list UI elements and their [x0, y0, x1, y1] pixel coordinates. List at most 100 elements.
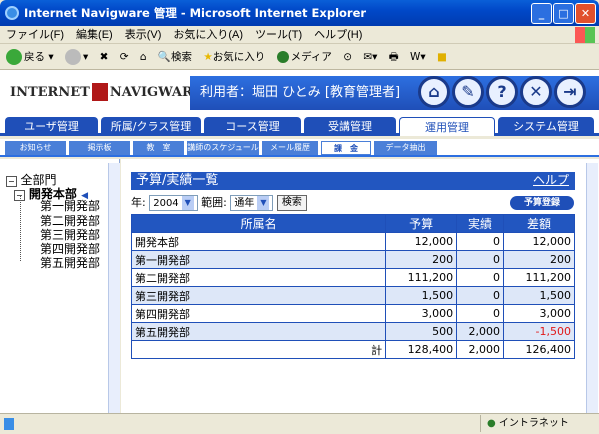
- menu-help[interactable]: ヘルプ(H): [308, 26, 368, 44]
- column-header-org[interactable]: 所属名: [130, 214, 387, 233]
- close-button[interactable]: ✕: [575, 3, 596, 24]
- subtab-classroom[interactable]: 教 室: [133, 141, 184, 155]
- tab-enrollment-management[interactable]: 受講管理: [304, 117, 396, 136]
- cell-actual: 0: [456, 286, 505, 305]
- column-header-actual[interactable]: 実績: [456, 214, 505, 233]
- subtab-instructor-schedule[interactable]: 講師のスケジュール: [187, 141, 259, 155]
- tree-scrollbar[interactable]: [108, 163, 120, 413]
- cell-budget: 200: [385, 250, 458, 269]
- cell-total-actual: 2,000: [456, 340, 505, 359]
- help-link[interactable]: ヘルプ: [533, 172, 569, 188]
- tab-course-management[interactable]: コース管理: [204, 117, 301, 136]
- cell-actual: 0: [456, 232, 505, 251]
- table-header-row: 所属名 予算 実績 差額: [130, 214, 575, 233]
- cell-budget: 1,500: [385, 286, 458, 305]
- page-icon: [4, 418, 14, 430]
- menu-favorites[interactable]: お気に入り(A): [167, 26, 249, 44]
- print-button[interactable]: 🖶: [389, 44, 399, 70]
- menu-file[interactable]: ファイル(F): [0, 26, 70, 44]
- range-select[interactable]: 通年 ▼: [230, 195, 274, 211]
- tools-icon[interactable]: ✕: [520, 76, 552, 108]
- cell-org[interactable]: 第四開発部: [130, 304, 387, 323]
- stop-button[interactable]: ✖: [100, 44, 109, 70]
- star-icon: ★: [203, 51, 213, 63]
- cell-actual: 2,000: [456, 322, 505, 341]
- back-arrow-icon: [6, 49, 22, 65]
- tree-item[interactable]: 第五開発部: [40, 254, 100, 271]
- book-icon[interactable]: ✎: [452, 76, 484, 108]
- column-header-diff[interactable]: 差額: [503, 214, 575, 233]
- cell-org[interactable]: 第五開発部: [130, 322, 387, 341]
- history-button[interactable]: ⊙: [343, 44, 352, 70]
- security-zone: ● イントラネット: [480, 415, 590, 432]
- cell-budget: 111,200: [385, 268, 458, 287]
- cell-budget: 12,000: [385, 232, 458, 251]
- cell-actual: 0: [456, 250, 505, 269]
- maximize-button[interactable]: □: [553, 3, 574, 24]
- year-label: 年:: [131, 196, 146, 209]
- logo-mark-icon: [91, 83, 108, 101]
- menu-view[interactable]: 表示(V): [119, 26, 168, 44]
- tree-line: [20, 196, 21, 261]
- tab-user-management[interactable]: ユーザ管理: [5, 117, 98, 136]
- cell-diff: 3,000: [503, 304, 575, 323]
- table-row: 第一開発部 200 0 200: [130, 250, 575, 269]
- ie-icon: [5, 6, 19, 20]
- cell-total-budget: 128,400: [385, 340, 458, 359]
- navigware-logo: Internet Navigware: [10, 83, 203, 101]
- year-select[interactable]: 2004 ▼: [149, 195, 198, 211]
- menu-tools[interactable]: ツール(T): [249, 26, 308, 44]
- user-label: 利用者：堀田 ひとみ [教育管理者]: [200, 85, 401, 100]
- budget-register-button[interactable]: 予算登録: [510, 196, 574, 210]
- cell-total-diff: 126,400: [503, 340, 575, 359]
- column-header-budget[interactable]: 予算: [385, 214, 458, 233]
- home-icon[interactable]: ⌂: [418, 76, 450, 108]
- cell-actual: 0: [456, 304, 505, 323]
- tab-system-management[interactable]: システム管理: [498, 117, 594, 136]
- cell-diff: 1,500: [503, 286, 575, 305]
- home-button[interactable]: ⌂: [140, 44, 147, 70]
- word-button[interactable]: W▾: [410, 44, 426, 70]
- cell-diff: 200: [503, 250, 575, 269]
- cell-diff: 12,000: [503, 232, 575, 251]
- subtab-notices[interactable]: お知らせ: [5, 141, 66, 155]
- cell-diff: 111,200: [503, 268, 575, 287]
- mail-button[interactable]: ✉▾: [363, 44, 377, 70]
- media-icon: [276, 51, 289, 63]
- table-row: 開発本部 12,000 0 12,000: [130, 232, 575, 251]
- forward-arrow-icon: [64, 49, 81, 65]
- subtab-mail-history[interactable]: メール履歴: [262, 141, 318, 155]
- filter-bar: 年: 2004 ▼ 範囲: 通年 ▼ 検索: [131, 194, 307, 212]
- help-icon[interactable]: ?: [486, 76, 518, 108]
- search-button[interactable]: 検索: [276, 195, 307, 211]
- logout-icon[interactable]: ⇥: [554, 76, 586, 108]
- window-title: Internet Navigware 管理 - Microsoft Intern…: [24, 6, 367, 20]
- cell-budget: 500: [385, 322, 458, 341]
- chevron-down-icon: ▼: [181, 196, 194, 210]
- subtab-bulletin-board[interactable]: 掲示板: [69, 141, 130, 155]
- favorites-button[interactable]: ★お気に入り: [203, 44, 265, 70]
- subtab-billing[interactable]: 課 金: [321, 141, 371, 155]
- folder-button[interactable]: ■: [437, 44, 447, 70]
- cell-org[interactable]: 第二開発部: [130, 268, 387, 287]
- cell-org[interactable]: 第一開発部: [130, 250, 387, 269]
- search-button[interactable]: 🔍検索: [158, 44, 192, 70]
- tab-org-class-management[interactable]: 所属/クラス管理: [101, 117, 201, 136]
- cell-org[interactable]: 開発本部: [130, 232, 387, 251]
- forward-button[interactable]: ▾: [64, 44, 88, 70]
- content-scrollbar[interactable]: [586, 163, 598, 413]
- table-total-row: 計 128,400 2,000 126,400: [130, 340, 575, 359]
- refresh-button[interactable]: ⟳: [120, 44, 129, 70]
- subtab-data-extraction[interactable]: データ抽出: [374, 141, 437, 155]
- tab-operations-management[interactable]: 運用管理: [399, 117, 495, 136]
- media-button[interactable]: メディア: [276, 44, 332, 70]
- range-label: 範囲:: [201, 196, 227, 209]
- menu-edit[interactable]: 編集(E): [70, 26, 119, 44]
- cell-org[interactable]: 第三開発部: [130, 286, 387, 305]
- search-icon: 🔍: [157, 51, 171, 63]
- page-title: 予算/実績一覧: [136, 173, 219, 188]
- back-button[interactable]: 戻る ▾: [6, 44, 54, 70]
- toolbar: 戻る ▾ ▾ ✖ ⟳ ⌂ 🔍検索 ★お気に入り メディア ⊙ ✉▾ 🖶 W▾ ■: [0, 44, 599, 70]
- cell-actual: 0: [456, 268, 505, 287]
- minimize-button[interactable]: _: [531, 3, 552, 24]
